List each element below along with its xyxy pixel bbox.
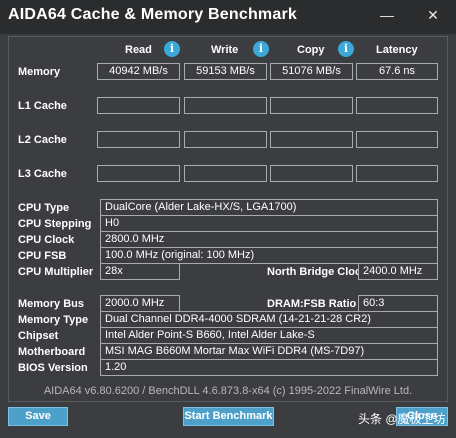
column-header-latency: Latency [376,44,418,56]
cpu-clock-value: 2800.0 MHz [100,231,438,248]
l2-cache-label: L2 Cache [18,134,67,146]
bios-version-value: 1.20 [100,359,438,376]
l2-write-value [184,131,267,148]
north-bridge-clock-label: North Bridge Clock [267,266,368,278]
memory-latency-value: 67.6 ns [356,63,438,80]
copy-info-icon[interactable]: i [338,41,354,57]
start-benchmark-button[interactable]: Start Benchmark [183,407,274,426]
cpu-multiplier-value: 28x [100,263,180,280]
l3-latency-value [356,165,438,182]
chipset-value: Intel Alder Point-S B660, Intel Alder La… [100,327,438,344]
l1-latency-value [356,97,438,114]
cpu-clock-label: CPU Clock [18,234,75,246]
cpu-type-label: CPU Type [18,202,70,214]
column-header-read: Read [125,44,152,56]
memory-read-value: 40942 MB/s [97,63,180,80]
bios-version-label: BIOS Version [18,362,88,374]
l1-copy-value [270,97,353,114]
minimize-button[interactable]: — [368,2,406,28]
watermark: 头条 @魔极卫坊 [358,412,446,426]
close-window-button[interactable]: ✕ [414,2,452,28]
cpu-multiplier-label: CPU Multiplier [18,266,94,278]
l3-write-value [184,165,267,182]
cpu-stepping-value: H0 [100,215,438,232]
column-header-copy: Copy [297,44,325,56]
l1-write-value [184,97,267,114]
l2-read-value [97,131,180,148]
cpu-fsb-label: CPU FSB [18,250,67,262]
motherboard-label: Motherboard [18,346,86,358]
memory-type-value: Dual Channel DDR4-4000 SDRAM (14-21-21-2… [100,311,438,328]
version-copyright-text: AIDA64 v6.80.6200 / BenchDLL 4.6.873.8-x… [43,385,413,397]
save-button[interactable]: Save [8,407,68,426]
l1-cache-label: L1 Cache [18,100,67,112]
column-header-write: Write [211,44,239,56]
north-bridge-clock-value: 2400.0 MHz [358,263,438,280]
motherboard-value: MSI MAG B660M Mortar Max WiFi DDR4 (MS-7… [100,343,438,360]
l3-copy-value [270,165,353,182]
l3-cache-label: L3 Cache [18,168,67,180]
write-info-icon[interactable]: i [253,41,269,57]
l3-read-value [97,165,180,182]
dram-fsb-ratio-label: DRAM:FSB Ratio [267,298,357,310]
memory-bus-label: Memory Bus [18,298,85,310]
l1-read-value [97,97,180,114]
read-info-icon[interactable]: i [164,41,180,57]
memory-copy-value: 51076 MB/s [270,63,353,80]
cpu-fsb-value: 100.0 MHz (original: 100 MHz) [100,247,438,264]
memory-label: Memory [18,66,61,78]
title-bar[interactable]: AIDA64 Cache & Memory Benchmark — ✕ [0,0,456,34]
window-title: AIDA64 Cache & Memory Benchmark [8,6,297,23]
l2-copy-value [270,131,353,148]
l2-latency-value [356,131,438,148]
memory-type-label: Memory Type [18,314,89,326]
chipset-label: Chipset [18,330,59,342]
memory-write-value: 59153 MB/s [184,63,267,80]
cpu-type-value: DualCore (Alder Lake-HX/S, LGA1700) [100,199,438,216]
memory-bus-value: 2000.0 MHz [100,295,180,312]
cpu-stepping-label: CPU Stepping [18,218,92,230]
dram-fsb-ratio-value: 60:3 [358,295,438,312]
